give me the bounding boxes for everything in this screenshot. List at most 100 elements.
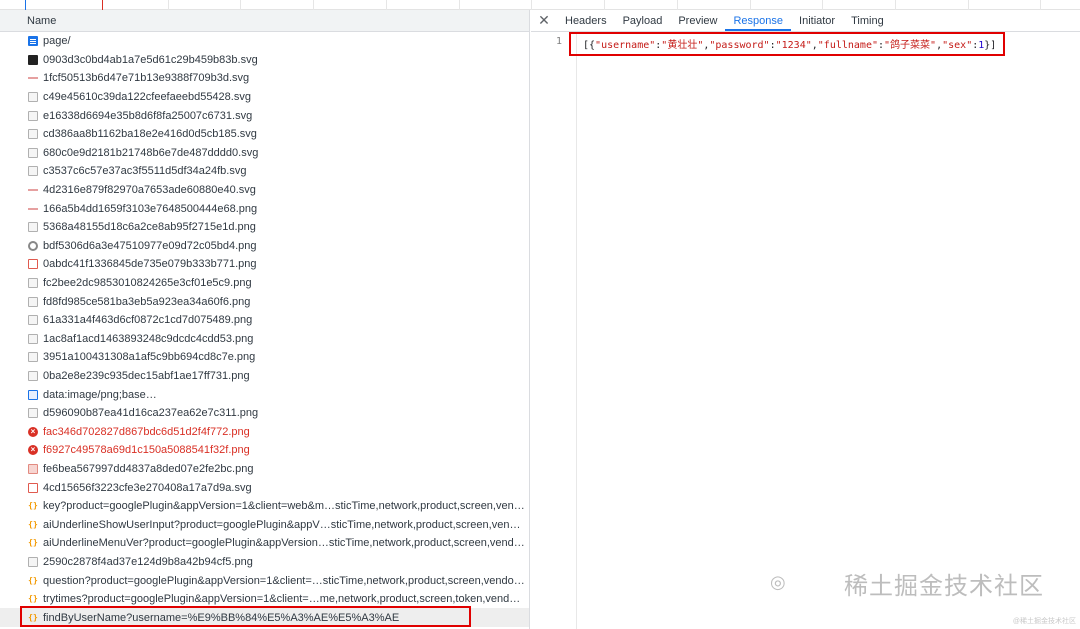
timeline-load-marker — [102, 0, 103, 10]
gear-icon — [28, 240, 38, 251]
request-row[interactable]: cd386aa8b1162ba18e2e416d0d5cb185.svg — [0, 125, 529, 144]
line-number: 1 — [555, 36, 562, 47]
request-row[interactable]: e16338d6694e35b8d6f8fa25007c6731.svg — [0, 106, 529, 125]
request-row[interactable]: 1ac8af1acd1463893248c9dcdc4cdd53.png — [0, 330, 529, 349]
image-icon — [28, 129, 38, 140]
timeline-grid-line — [822, 0, 823, 10]
response-viewer[interactable]: 1 [{"username":"黄壮壮","password":"1234","… — [531, 32, 1080, 629]
tab-response[interactable]: Response — [725, 10, 792, 31]
error-icon: × — [28, 426, 38, 437]
wechat-icon: ◎ — [770, 572, 786, 592]
request-row[interactable]: 0abdc41f1336845de735e079b333b771.png — [0, 255, 529, 274]
request-name: fe6bea567997dd4837a8ded07e2fe2bc.png — [43, 462, 254, 475]
tab-initiator[interactable]: Initiator — [791, 10, 843, 31]
request-row[interactable]: 166a5b4dd1659f3103e7648500444e68.png — [0, 199, 529, 218]
request-row[interactable]: 0ba2e8e239c935dec15abf1ae17ff731.png — [0, 367, 529, 386]
request-row[interactable]: 680c0e9d2181b21748b6e7de487dddd0.svg — [0, 144, 529, 163]
json-key-fullname: "fullname" — [817, 40, 878, 51]
request-name: c3537c6c57e37ac3f5511d5df34a24fb.svg — [43, 165, 247, 178]
close-details-icon[interactable]: ✕ — [531, 10, 557, 31]
xhr-icon: {} — [28, 575, 38, 585]
request-row[interactable]: × f6927c49578a69d1c150a5088541f32f.png — [0, 441, 529, 460]
json-key-username: "username" — [595, 40, 656, 51]
request-row[interactable]: 4d2316e879f82970a7653ade60880e40.svg — [0, 181, 529, 200]
waterfall-timeline — [0, 0, 1080, 10]
request-name: findByUserName?username=%E9%BB%84%E5%A3%… — [43, 611, 400, 624]
request-row[interactable]: 2590c2878f4ad37e124d9b8a42b94cf5.png — [0, 553, 529, 572]
request-name: 1fcf50513b6d47e71b13e9388f709b3d.svg — [43, 72, 250, 85]
request-name: c49e45610c39da122cfeefaeebd55428.svg — [43, 91, 251, 104]
request-name: 2590c2878f4ad37e124d9b8a42b94cf5.png — [43, 555, 253, 568]
image-icon — [28, 54, 38, 65]
request-row[interactable]: × fac346d702827d867bdc6d51d2f4f772.png — [0, 422, 529, 441]
image-icon — [28, 408, 38, 419]
image-icon — [28, 147, 38, 158]
name-column-header[interactable]: Name — [0, 10, 529, 32]
image-icon — [28, 203, 38, 214]
request-name: fd8fd985ce581ba3eb5a923ea34a60f6.png — [43, 295, 251, 308]
request-row[interactable]: {} key?product=googlePlugin&appVersion=1&… — [0, 497, 529, 516]
request-row[interactable]: {} question?product=googlePlugin&appVersi… — [0, 571, 529, 590]
request-name: bdf5306d6a3e47510977e09d72c05bd4.png — [43, 239, 257, 252]
timeline-grid-line — [386, 0, 387, 10]
request-row[interactable]: c49e45610c39da122cfeefaeebd55428.svg — [0, 88, 529, 107]
request-row[interactable]: d596090b87ea41d16ca237ea62e7c311.png — [0, 404, 529, 423]
tab-headers[interactable]: Headers — [557, 10, 615, 31]
timeline-dom-marker — [25, 0, 26, 10]
json-close: }] — [984, 40, 997, 51]
timeline-grid-line — [604, 0, 605, 10]
request-name: cd386aa8b1162ba18e2e416d0d5cb185.svg — [43, 128, 257, 141]
request-name: page/ — [43, 35, 71, 48]
request-row[interactable]: 61a331a4f463d6cf0872c1cd7d075489.png — [0, 311, 529, 330]
request-row[interactable]: data:image/png;base… — [0, 385, 529, 404]
request-row[interactable]: fd8fd985ce581ba3eb5a923ea34a60f6.png — [0, 292, 529, 311]
request-name: fc2bee2dc9853010824265e3cf01e5c9.png — [43, 277, 252, 290]
doc-icon — [28, 36, 38, 47]
request-name: 0abdc41f1336845de735e079b333b771.png — [43, 258, 257, 271]
request-name: question?product=googlePlugin&appVersion… — [43, 574, 525, 587]
request-name: 0903d3c0bd4ab1a7e5d61c29b459b83b.svg — [43, 53, 258, 66]
details-tab-bar: ✕ Headers Payload Preview Response Initi… — [531, 10, 1080, 32]
request-row[interactable]: page/ — [0, 32, 529, 51]
response-json-line[interactable]: [{"username":"黄壮壮","password":"1234","fu… — [583, 36, 996, 51]
image-icon — [28, 222, 38, 233]
timeline-grid-line — [750, 0, 751, 10]
request-row[interactable]: 4cd15656f3223cfe3e270408a17a7d9a.svg — [0, 478, 529, 497]
request-name: 61a331a4f463d6cf0872c1cd7d075489.png — [43, 314, 253, 327]
request-row[interactable]: {} trytimes?product=googlePlugin&appVersi… — [0, 590, 529, 609]
json-value-username: "黄壮壮" — [661, 40, 704, 51]
json-open: [{ — [583, 40, 596, 51]
request-row[interactable]: fc2bee2dc9853010824265e3cf01e5c9.png — [0, 274, 529, 293]
request-name: f6927c49578a69d1c150a5088541f32f.png — [43, 444, 250, 457]
request-name: 4cd15656f3223cfe3e270408a17a7d9a.svg — [43, 481, 252, 494]
json-key-password: "password" — [709, 40, 770, 51]
image-icon — [28, 73, 38, 84]
request-row[interactable]: {} aiUnderlineMenuVer?product=googlePlugi… — [0, 534, 529, 553]
xhr-icon: {} — [28, 519, 38, 529]
request-row[interactable]: bdf5306d6a3e47510977e09d72c05bd4.png — [0, 237, 529, 256]
image-icon — [28, 259, 38, 270]
request-row[interactable]: 1fcf50513b6d47e71b13e9388f709b3d.svg — [0, 69, 529, 88]
request-name: aiUnderlineShowUserInput?product=googleP… — [43, 518, 525, 531]
image-icon — [28, 352, 38, 363]
request-row[interactable]: 5368a48155d18c6a2ce8ab95f2715e1d.png — [0, 218, 529, 237]
timeline-grid-line — [968, 0, 969, 10]
request-row[interactable]: 0903d3c0bd4ab1a7e5d61c29b459b83b.svg — [0, 51, 529, 70]
request-name: 166a5b4dd1659f3103e7648500444e68.png — [43, 202, 258, 215]
request-row[interactable]: 3951a100431308a1af5c9bb694cd8c7e.png — [0, 348, 529, 367]
request-list: page/0903d3c0bd4ab1a7e5d61c29b459b83b.sv… — [0, 32, 529, 627]
tab-timing[interactable]: Timing — [843, 10, 892, 31]
watermark-text: 稀土掘金技术社区 — [844, 572, 1044, 600]
tab-preview[interactable]: Preview — [670, 10, 725, 31]
request-row[interactable]: {} aiUnderlineShowUserInput?product=googl… — [0, 515, 529, 534]
tab-payload[interactable]: Payload — [615, 10, 671, 31]
request-name: 3951a100431308a1af5c9bb694cd8c7e.png — [43, 351, 256, 364]
timeline-grid-line — [895, 0, 896, 10]
request-name: key?product=googlePlugin&appVersion=1&cl… — [43, 500, 525, 513]
json-key-sex: "sex" — [942, 40, 973, 51]
image-icon — [28, 278, 38, 289]
request-row[interactable]: {} findByUserName?username=%E9%BB%84%E5%A… — [0, 608, 529, 627]
request-row[interactable]: c3537c6c57e37ac3f5511d5df34a24fb.svg — [0, 162, 529, 181]
request-row[interactable]: fe6bea567997dd4837a8ded07e2fe2bc.png — [0, 460, 529, 479]
request-name: fac346d702827d867bdc6d51d2f4f772.png — [43, 425, 250, 438]
